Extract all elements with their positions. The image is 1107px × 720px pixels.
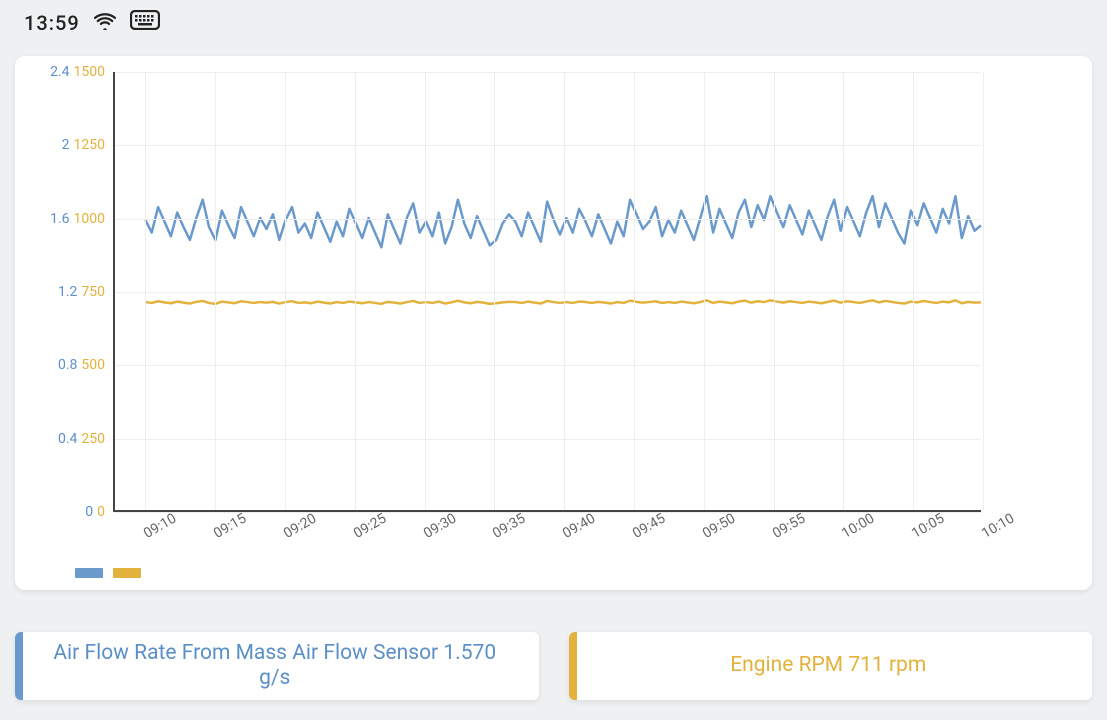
y-axis-ticks: 000.42500.85001.27501.61000212502.41500 — [15, 72, 109, 512]
legend-swatch-rpm[interactable] — [113, 568, 141, 578]
x-tick: 10:05 — [909, 511, 947, 542]
legend — [75, 568, 141, 578]
series-line — [145, 300, 981, 303]
x-tick: 09:55 — [770, 511, 808, 542]
maf-label: Air Flow Rate From Mass Air Flow Sensor … — [29, 641, 521, 691]
x-tick: 09:35 — [490, 511, 528, 542]
plot-area[interactable] — [113, 72, 981, 512]
y-tick-blue: 0.8 — [58, 357, 77, 373]
chart-card: 000.42500.85001.27501.61000212502.41500 … — [15, 56, 1092, 590]
clock: 13:59 — [24, 11, 80, 35]
x-tick: 09:20 — [281, 511, 319, 542]
y-tick-blue: 0.4 — [58, 431, 77, 447]
y-tick-gold: 250 — [81, 431, 105, 447]
y-tick-gold: 750 — [81, 284, 105, 300]
keyboard-icon — [130, 10, 160, 35]
y-tick-gold: 1000 — [74, 211, 105, 227]
y-tick-gold: 500 — [81, 357, 105, 373]
chart-svg — [115, 72, 981, 510]
info-row: Air Flow Rate From Mass Air Flow Sensor … — [15, 632, 1092, 700]
stripe-gold — [569, 632, 577, 700]
stripe-blue — [15, 632, 23, 700]
wifi-icon — [94, 11, 116, 35]
x-tick: 09:45 — [630, 511, 668, 542]
y-tick-blue: 0 — [85, 504, 93, 520]
series-line — [145, 196, 981, 247]
y-tick-gold: 1500 — [74, 64, 105, 80]
x-tick: 09:15 — [211, 511, 249, 542]
info-card-rpm[interactable]: Engine RPM 711 rpm — [569, 632, 1093, 700]
x-tick: 10:00 — [839, 511, 877, 542]
info-card-maf[interactable]: Air Flow Rate From Mass Air Flow Sensor … — [15, 632, 539, 700]
y-tick-blue: 1.6 — [50, 211, 69, 227]
rpm-label: Engine RPM 711 rpm — [583, 653, 1075, 678]
y-tick-blue: 2.4 — [50, 64, 69, 80]
x-tick: 09:40 — [560, 511, 598, 542]
x-axis-ticks: 09:10 09:15 09:20 09:25 09:30 09:35 09:40 09:45… — [113, 514, 981, 564]
y-tick-blue: 2 — [62, 137, 70, 153]
x-tick: 10:10 — [979, 511, 1017, 542]
x-tick: 09:25 — [351, 511, 389, 542]
status-bar: 13:59 — [24, 10, 160, 35]
x-tick: 09:10 — [141, 511, 179, 542]
y-tick-blue: 1.2 — [58, 284, 77, 300]
legend-swatch-maf[interactable] — [75, 568, 103, 578]
x-tick: 09:30 — [421, 511, 459, 542]
y-tick-gold: 0 — [97, 504, 105, 520]
y-tick-gold: 1250 — [74, 137, 105, 153]
x-tick: 09:50 — [700, 511, 738, 542]
